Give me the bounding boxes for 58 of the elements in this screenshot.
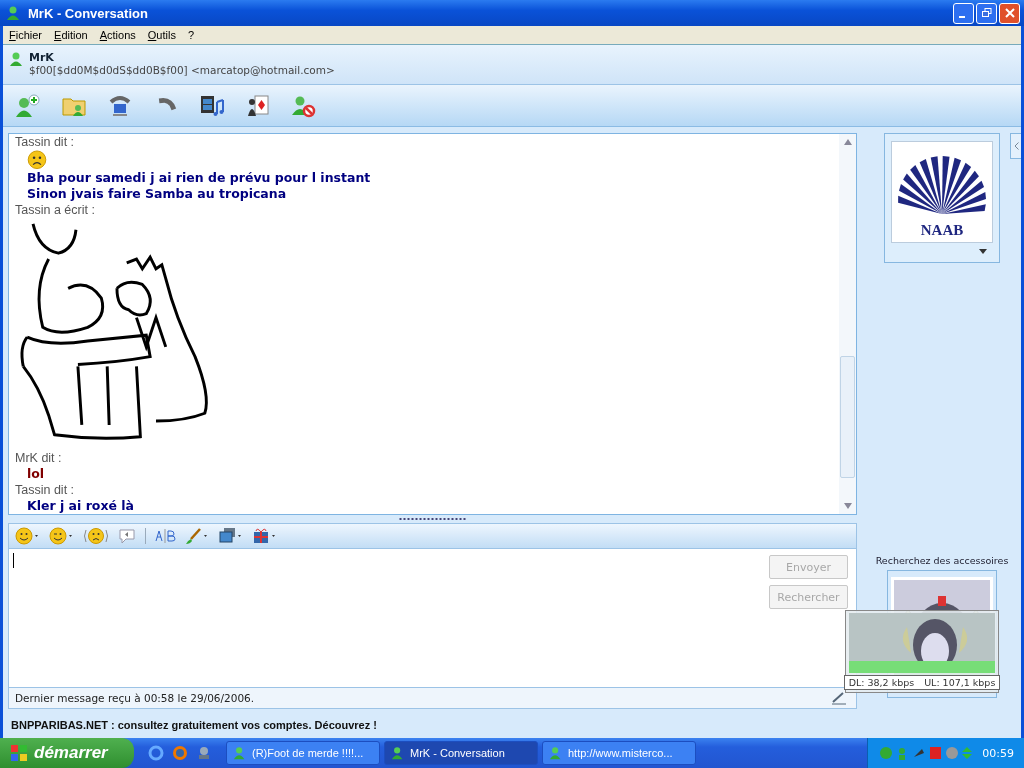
taskbar-button[interactable]: MrK - Conversation [384,741,538,765]
scrollbar[interactable] [839,134,856,514]
message-text: Bha pour samedi j ai rien de prévu pour l instant [27,169,371,186]
buddy-icon [391,746,405,760]
webcam-phone-icon[interactable] [107,93,133,118]
message-text: lol [27,466,45,482]
sender-line: Tassin a écrit : [15,201,95,218]
naab-logo[interactable]: NAAB [891,141,993,243]
scroll-up-icon[interactable] [843,139,852,145]
minimize-icon [958,16,965,18]
paintbrush-icon[interactable] [184,527,210,545]
buddy-icon [233,746,247,760]
message-text: Kler j ai roxé là [27,498,135,514]
close-button[interactable] [999,2,1020,24]
message-text: Sinon jvais faire Samba au tropicana [27,185,287,202]
contact-address: $f00[$dd0M$d0dS$dd0B$f00] <marcatop@hotmail.com> [29,64,335,76]
chevron-left-icon [1013,142,1019,150]
menu-item[interactable]: ? [187,29,194,41]
sad-face-icon [27,150,47,170]
taskbar-button[interactable]: http://www.misterco... [542,741,696,765]
upload-rate: UL: 107,1 kbps [924,677,996,688]
film-music-icon[interactable] [199,93,225,118]
menu-item[interactable]: Outils [147,29,176,41]
taskbar-button[interactable]: (R)Foot de merde !!!!... [226,741,380,765]
smiley-icon[interactable] [15,527,41,545]
background-icon[interactable] [218,527,244,545]
pen-icon[interactable] [830,690,848,706]
sender-line: Tassin dit : [15,482,75,498]
scroll-thumb[interactable] [840,356,855,478]
dropdown-arrow-icon[interactable] [979,249,987,254]
status-text: Dernier message reçu à 00:58 le 29/06/2006. [15,692,256,704]
contact-name: MrK [29,51,55,64]
advertisement-text[interactable]: BNPPARIBAS.NET : consultez gratuitement vos comptes. Découvrez ! [3,712,1021,738]
menu-item[interactable]: Actions [99,29,136,41]
buddy-icon [9,51,25,67]
menu-item[interactable]: Fichier [9,29,43,41]
minimize-button[interactable] [953,2,974,24]
accessories-label: Recherchez des accessoires [875,555,1009,566]
game-card-icon[interactable] [245,93,271,118]
window-title: MrK - Conversation [28,5,149,21]
buddy-icon [549,746,563,760]
font-icon[interactable] [154,527,176,545]
voice-clip-icon[interactable] [117,527,137,545]
sender-line: MrK dit : [15,450,62,466]
windows-logo-icon [10,744,28,762]
menu-item[interactable]: Edition [54,29,88,41]
sender-line: Tassin dit : [15,134,75,150]
restore-button[interactable] [976,2,997,24]
close-icon [1004,8,1015,18]
nudge-icon[interactable] [83,527,109,545]
buddy-icon [6,5,22,21]
add-contact-icon[interactable] [15,93,41,118]
clock: 00:59 [982,746,1014,760]
wink-icon[interactable] [49,527,75,545]
scroll-down-icon[interactable] [843,503,852,509]
download-rate: DL: 38,2 kbps [848,677,915,688]
gift-icon[interactable] [252,527,278,545]
restore-icon [981,8,992,18]
